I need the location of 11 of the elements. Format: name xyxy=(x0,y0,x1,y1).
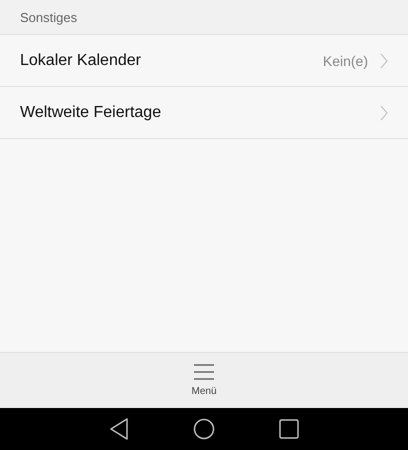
recents-icon[interactable] xyxy=(279,419,299,439)
menu-icon xyxy=(194,364,214,380)
section-header: Sonstiges xyxy=(20,10,78,24)
back-icon[interactable] xyxy=(109,418,129,440)
row-value: Kein(e) xyxy=(322,52,368,68)
chevron-right-icon xyxy=(380,52,388,68)
home-icon[interactable] xyxy=(193,418,215,440)
row-label: Weltweite Feiertage xyxy=(20,104,162,122)
menu-button[interactable]: Menü xyxy=(183,362,224,399)
row-label: Lokaler Kalender xyxy=(20,52,142,70)
chevron-right-icon xyxy=(380,104,388,120)
